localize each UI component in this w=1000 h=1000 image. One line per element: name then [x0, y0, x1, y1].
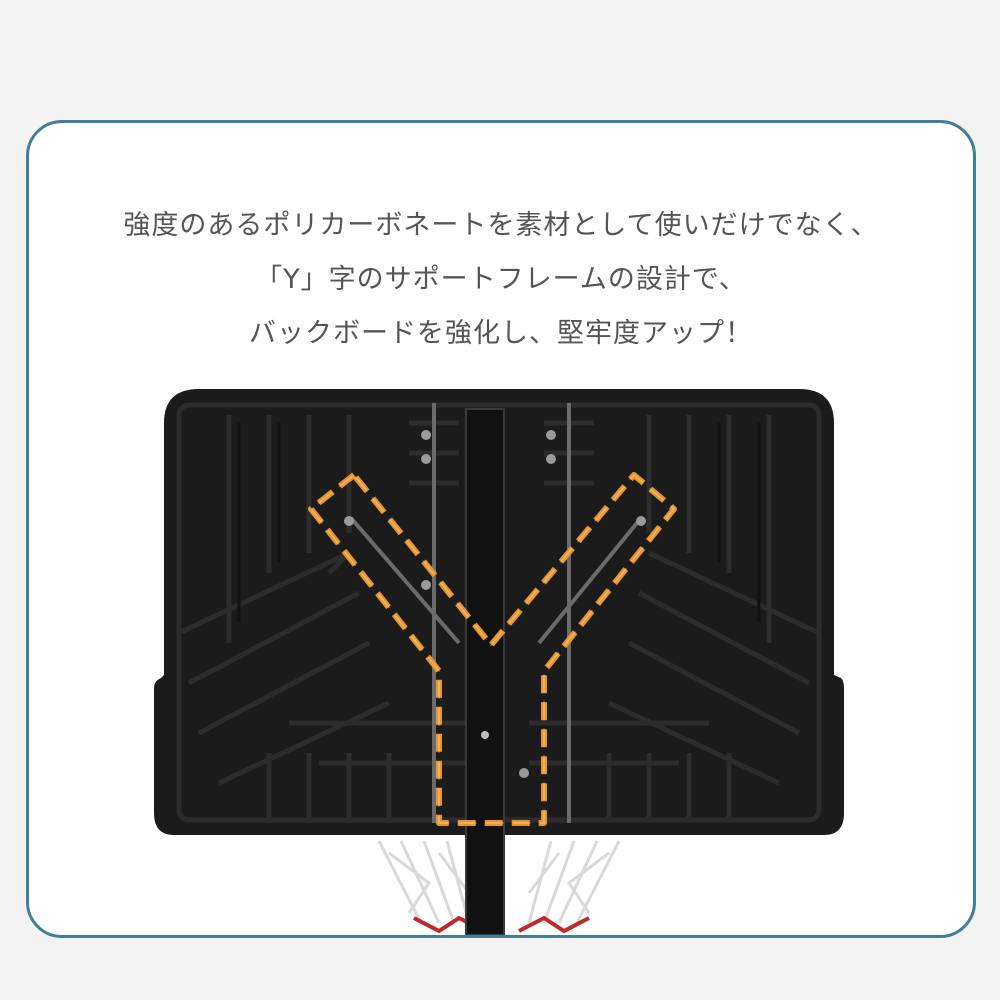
- pole-bolt: [481, 731, 489, 739]
- product-feature-card: 強度のあるポリカーボネートを素材として使いだけでなく、 「Y」字のサポートフレー…: [26, 120, 976, 938]
- pole: [465, 408, 505, 935]
- backboard-photo: [154, 389, 844, 935]
